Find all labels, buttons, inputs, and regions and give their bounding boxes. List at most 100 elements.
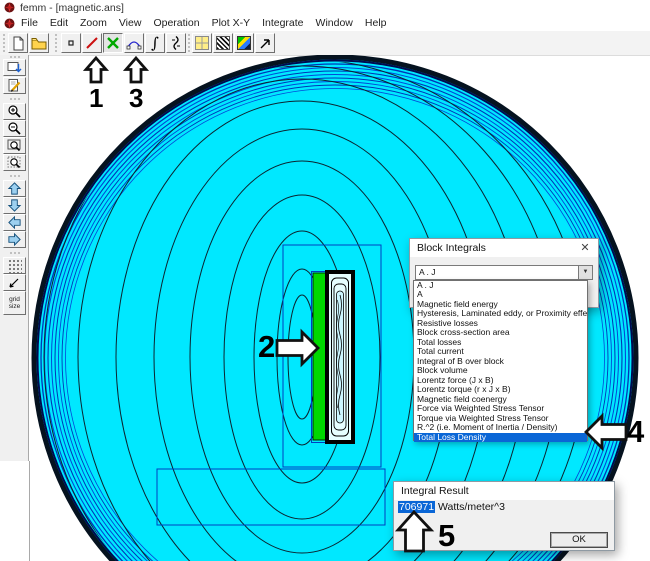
density-stripes-icon bbox=[237, 36, 251, 50]
menu-edit[interactable]: Edit bbox=[44, 16, 74, 31]
toolbar-gripper bbox=[55, 34, 60, 52]
zoom-out-icon bbox=[7, 121, 22, 136]
menu-bar: File Edit Zoom View Operation Plot X-Y I… bbox=[0, 15, 650, 32]
integral-result-field[interactable]: 706971 Watts/meter^3 bbox=[398, 501, 505, 525]
list-option[interactable]: Magnetic field energy bbox=[414, 300, 587, 309]
left-arrow-icon bbox=[7, 215, 22, 230]
main-toolbar: ∫ bbox=[0, 31, 650, 56]
pan-down-button[interactable] bbox=[3, 197, 26, 214]
integral-result-titlebar[interactable]: Integral Result bbox=[394, 482, 614, 500]
list-option[interactable]: Total losses bbox=[414, 338, 587, 347]
list-option[interactable]: Lorentz torque (r x J x B) bbox=[414, 385, 587, 394]
zoom-window-button[interactable] bbox=[3, 137, 26, 154]
pointer-arrow-icon bbox=[258, 36, 272, 50]
new-document-icon bbox=[11, 36, 25, 51]
grid-size-button[interactable]: grid size bbox=[3, 291, 26, 315]
show-contour-button[interactable] bbox=[213, 33, 233, 53]
up-arrow-icon bbox=[7, 181, 22, 196]
open-file-button[interactable] bbox=[29, 33, 49, 53]
list-option[interactable]: Torque via Weighted Stress Tensor bbox=[414, 414, 587, 423]
zoom-extents-button[interactable] bbox=[3, 154, 26, 171]
integral-result-unit: Watts/meter^3 bbox=[435, 501, 505, 513]
list-option[interactable]: Block volume bbox=[414, 366, 587, 375]
block-select-button[interactable] bbox=[103, 33, 123, 53]
integral-result-dialog: Integral Result 706971 Watts/meter^3 OK bbox=[393, 481, 615, 551]
new-document-button[interactable] bbox=[8, 33, 28, 53]
squiggle-integral-icon bbox=[169, 35, 183, 51]
show-grid-points-button[interactable] bbox=[3, 257, 26, 274]
menu-integrate[interactable]: Integrate bbox=[256, 16, 309, 31]
close-icon[interactable]: ✕ bbox=[578, 241, 592, 255]
point-icon bbox=[64, 36, 78, 50]
list-option[interactable]: Force via Weighted Stress Tensor bbox=[414, 404, 587, 413]
right-arrow-icon bbox=[7, 232, 22, 247]
femm-window: femm - [magnetic.ans] File Edit Zoom Vie… bbox=[0, 0, 650, 561]
list-option[interactable]: Magnetic field coenergy bbox=[414, 395, 587, 404]
plot-arc-button[interactable] bbox=[124, 33, 144, 53]
show-grid-button[interactable] bbox=[192, 33, 212, 53]
integral-result-value: 706971 bbox=[398, 501, 435, 513]
zoom-out-button[interactable] bbox=[3, 120, 26, 137]
red-line-icon bbox=[85, 36, 99, 50]
zoom-extents-icon bbox=[7, 155, 22, 170]
list-option[interactable]: A bbox=[414, 290, 587, 299]
chevron-down-icon[interactable]: ▼ bbox=[578, 266, 592, 279]
title-bar: femm - [magnetic.ans] bbox=[0, 0, 650, 15]
yellow-grid-icon bbox=[195, 36, 209, 50]
ok-button[interactable]: OK bbox=[550, 532, 608, 548]
selected-block-green[interactable] bbox=[313, 273, 326, 440]
grid-size-label-line2: size bbox=[9, 303, 21, 310]
list-option[interactable]: Block cross-section area bbox=[414, 328, 587, 337]
list-option-selected[interactable]: Total Loss Density bbox=[414, 433, 587, 442]
window-title: femm - [magnetic.ans] bbox=[20, 2, 124, 14]
combobox-value: A . J bbox=[419, 267, 436, 277]
block-integral-button[interactable] bbox=[166, 33, 186, 53]
green-x-icon bbox=[106, 36, 120, 50]
zoom-in-icon bbox=[7, 104, 22, 119]
menu-operation[interactable]: Operation bbox=[147, 16, 205, 31]
zoom-window-icon bbox=[7, 138, 22, 153]
list-option[interactable]: A . J bbox=[414, 281, 587, 290]
menu-plot-xy[interactable]: Plot X-Y bbox=[206, 16, 257, 31]
integral-type-dropdown-list: A . J A Magnetic field energy Hysteresis… bbox=[413, 280, 588, 441]
snap-check-icon bbox=[7, 275, 22, 290]
menu-file[interactable]: File bbox=[15, 16, 44, 31]
list-option[interactable]: Lorentz force (J x B) bbox=[414, 376, 587, 385]
menu-view[interactable]: View bbox=[113, 16, 148, 31]
point-values-button[interactable] bbox=[61, 33, 81, 53]
list-option[interactable]: Total current bbox=[414, 347, 587, 356]
integral-type-combobox[interactable]: A . J ▼ bbox=[415, 265, 593, 280]
pointer-button[interactable] bbox=[255, 33, 275, 53]
document-pencil-icon bbox=[7, 78, 22, 93]
arc-icon bbox=[126, 36, 142, 50]
hatch-icon bbox=[216, 36, 230, 50]
open-folder-icon bbox=[31, 36, 47, 50]
grid-size-label-line1: grid bbox=[9, 296, 20, 303]
list-option[interactable]: Hysteresis, Laminated eddy, or Proximity… bbox=[414, 309, 587, 318]
menu-window[interactable]: Window bbox=[310, 16, 359, 31]
line-integral-button[interactable]: ∫ bbox=[145, 33, 165, 53]
integral-icon: ∫ bbox=[151, 36, 159, 51]
zoom-in-button[interactable] bbox=[3, 103, 26, 120]
window-down-arrow-icon bbox=[7, 61, 22, 75]
show-density-plot-button[interactable] bbox=[234, 33, 254, 53]
list-option[interactable]: R.^2 (i.e. Moment of Inertia / Density) bbox=[414, 423, 587, 432]
document-icon[interactable] bbox=[4, 18, 15, 29]
list-option[interactable]: Resistive losses bbox=[414, 319, 587, 328]
line-contour-button[interactable] bbox=[82, 33, 102, 53]
snap-to-grid-button[interactable] bbox=[3, 274, 26, 291]
down-arrow-icon bbox=[7, 198, 22, 213]
pan-left-button[interactable] bbox=[3, 214, 26, 231]
menu-help[interactable]: Help bbox=[359, 16, 393, 31]
pan-up-button[interactable] bbox=[3, 180, 26, 197]
coil-block[interactable] bbox=[327, 272, 353, 442]
integral-result-title: Integral Result bbox=[401, 485, 469, 497]
menu-zoom[interactable]: Zoom bbox=[74, 16, 113, 31]
list-option[interactable]: Integral of B over block bbox=[414, 357, 587, 366]
app-icon bbox=[4, 2, 15, 13]
edit-document-button[interactable] bbox=[3, 77, 26, 94]
output-window-button[interactable] bbox=[3, 59, 26, 76]
side-toolbar: grid size bbox=[0, 55, 29, 461]
block-integrals-titlebar[interactable]: Block Integrals ✕ bbox=[410, 239, 598, 257]
pan-right-button[interactable] bbox=[3, 231, 26, 248]
